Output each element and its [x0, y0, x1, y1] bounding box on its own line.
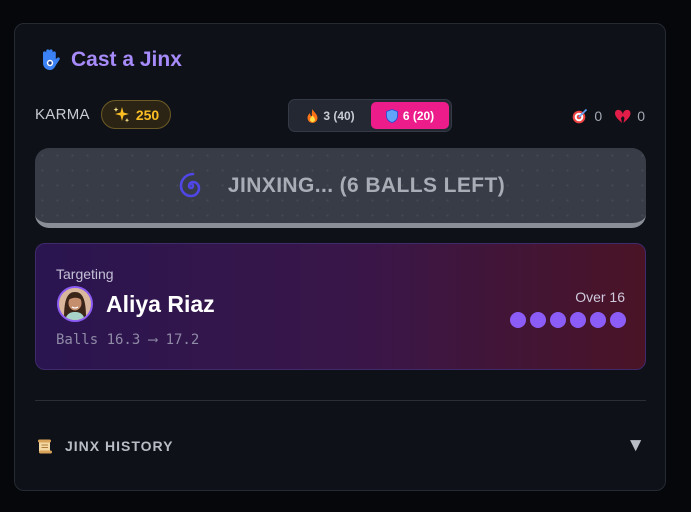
jinx-history-label: JINX HISTORY — [65, 438, 174, 454]
fire-icon — [307, 108, 318, 123]
divider — [35, 400, 646, 401]
card-title: Cast a Jinx — [71, 48, 182, 71]
karma-value: 250 — [135, 106, 160, 123]
target-hit-icon — [573, 108, 588, 124]
player-name: Aliya Riaz — [106, 291, 215, 317]
mode-option-fire-label: 3 (40) — [323, 108, 355, 123]
karma-label: KARMA — [35, 106, 90, 123]
swirl-icon — [179, 172, 201, 197]
karma-badge: 250 — [100, 100, 172, 129]
mode-option-shield-label: 6 (20) — [402, 108, 435, 123]
ball-dot — [610, 312, 626, 328]
jinx-stats: 0 0 — [572, 108, 645, 124]
ball-dot — [510, 312, 526, 328]
balls-range: Balls 16.3 ⟶ 17.2 — [56, 332, 200, 348]
jinx-card: Cast a Jinx KARMA 250 3 (40) 6 (20) 0 0 … — [14, 23, 666, 491]
mode-option-fire[interactable]: 3 (40) — [291, 102, 371, 129]
targeting-label: Targeting — [56, 266, 114, 282]
sparkles-icon — [113, 107, 130, 123]
jinx-history-toggle[interactable]: JINX HISTORY ▼ — [37, 435, 645, 457]
scroll-icon — [38, 439, 52, 454]
stat-misses: 0 — [614, 108, 645, 124]
stat-hits-value: 0 — [594, 108, 603, 124]
broken-heart-icon — [615, 109, 631, 123]
stat-misses-value: 0 — [637, 108, 645, 124]
targeting-panel: Targeting Aliya Riaz Balls 16.3 ⟶ 17.2 O… — [35, 243, 646, 370]
stat-hits: 0 — [572, 108, 602, 124]
jinx-button[interactable]: JINXING... (6 BALLS LEFT) — [35, 148, 646, 228]
ball-dots — [510, 312, 626, 328]
ball-dot — [590, 312, 606, 328]
jinx-button-label: JINXING... (6 BALLS LEFT) — [227, 173, 506, 197]
player-avatar — [57, 286, 93, 322]
jinx-mode-toggle: 3 (40) 6 (20) — [288, 99, 452, 132]
mode-option-shield[interactable]: 6 (20) — [371, 102, 449, 129]
shield-icon — [385, 108, 398, 123]
card-header: Cast a Jinx — [39, 48, 182, 72]
hamsa-icon — [43, 49, 60, 70]
caret-down-icon[interactable]: ▼ — [626, 435, 645, 457]
karma-row: KARMA 250 — [35, 100, 172, 129]
over-label: Over 16 — [575, 289, 625, 305]
ball-dot — [570, 312, 586, 328]
ball-dot — [550, 312, 566, 328]
ball-dot — [530, 312, 546, 328]
